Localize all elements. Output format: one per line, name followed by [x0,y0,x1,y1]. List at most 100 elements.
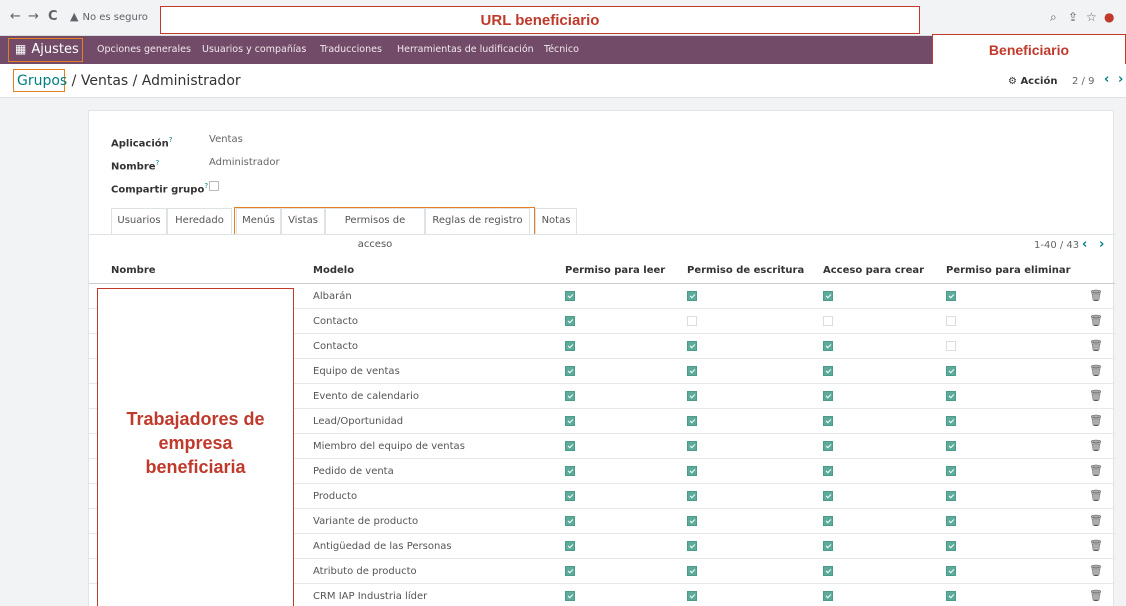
checkbox-write[interactable] [687,566,697,576]
share-group-checkbox[interactable] [209,181,219,191]
star-icon[interactable]: ☆ [1086,10,1097,24]
checkbox-create[interactable] [823,591,833,601]
checkbox-unlink[interactable] [946,391,956,401]
checkbox-unlink[interactable] [946,541,956,551]
menu-opciones-generales[interactable]: Opciones generales [97,43,191,57]
column-header-nombre[interactable]: Nombre [111,264,156,278]
checkbox-write[interactable] [687,591,697,601]
checkbox-unlink[interactable] [946,316,956,326]
trash-icon[interactable]: 🗑 [1089,439,1103,453]
trash-icon[interactable]: 🗑 [1089,514,1103,528]
column-header-escritura[interactable]: Permiso de escritura [687,264,804,278]
checkbox-unlink[interactable] [946,516,956,526]
checkbox-create[interactable] [823,341,833,351]
checkbox-read[interactable] [565,291,575,301]
zoom-icon[interactable]: ⌕ [1050,10,1057,24]
checkbox-read[interactable] [565,541,575,551]
checkbox-create[interactable] [823,316,833,326]
checkbox-read[interactable] [565,416,575,426]
checkbox-unlink[interactable] [946,566,956,576]
checkbox-write[interactable] [687,316,697,326]
menu-tecnico[interactable]: Técnico [544,43,579,57]
trash-icon[interactable]: 🗑 [1089,589,1103,603]
checkbox-unlink[interactable] [946,466,956,476]
record-pager[interactable]: 2 / 9 [1072,75,1094,89]
field-value-aplicacion[interactable]: Ventas [209,133,243,147]
checkbox-write[interactable] [687,516,697,526]
extension-icon[interactable]: ● [1104,10,1114,24]
column-header-eliminar[interactable]: Permiso para eliminar [946,264,1071,278]
checkbox-unlink[interactable] [946,291,956,301]
share-icon[interactable]: ⇪ [1068,10,1078,24]
apps-menu-button[interactable]: ▦ Ajustes [8,38,83,62]
forward-arrow-icon[interactable]: → [28,9,39,25]
list-pager[interactable]: 1-40 / 43 [1034,239,1079,253]
menu-traducciones[interactable]: Traducciones [320,43,382,57]
checkbox-read[interactable] [565,566,575,576]
checkbox-write[interactable] [687,291,697,301]
checkbox-write[interactable] [687,391,697,401]
trash-icon[interactable]: 🗑 [1089,464,1103,478]
checkbox-unlink[interactable] [946,341,956,351]
checkbox-write[interactable] [687,491,697,501]
list-next-button[interactable]: › [1099,237,1104,253]
help-tooltip-icon[interactable]: ? [169,136,173,144]
checkbox-write[interactable] [687,541,697,551]
checkbox-create[interactable] [823,291,833,301]
insecure-indicator[interactable]: ▲ No es seguro [70,9,148,26]
trash-icon[interactable]: 🗑 [1089,489,1103,503]
column-header-crear[interactable]: Acceso para crear [823,264,924,278]
checkbox-read[interactable] [565,441,575,451]
checkbox-read[interactable] [565,366,575,376]
trash-icon[interactable]: 🗑 [1089,414,1103,428]
checkbox-read[interactable] [565,316,575,326]
checkbox-unlink[interactable] [946,491,956,501]
tab-notas[interactable]: Notas [535,208,577,234]
checkbox-create[interactable] [823,441,833,451]
checkbox-unlink[interactable] [946,441,956,451]
trash-icon[interactable]: 🗑 [1089,564,1103,578]
menu-herramientas-ludificacion[interactable]: Herramientas de ludificación [397,43,534,57]
checkbox-read[interactable] [565,341,575,351]
column-header-modelo[interactable]: Modelo [313,264,354,278]
column-header-leer[interactable]: Permiso para leer [565,264,665,278]
help-tooltip-icon[interactable]: ? [204,182,208,190]
checkbox-read[interactable] [565,466,575,476]
action-menu-button[interactable]: ⚙ Acción [1008,75,1057,89]
checkbox-create[interactable] [823,366,833,376]
checkbox-write[interactable] [687,416,697,426]
checkbox-create[interactable] [823,516,833,526]
pager-next-button[interactable]: › [1118,72,1123,88]
pager-prev-button[interactable]: ‹ [1104,72,1109,88]
url-bar[interactable]: URL beneficiario [160,6,920,34]
back-arrow-icon[interactable]: ← [10,9,21,25]
list-prev-button[interactable]: ‹ [1082,237,1087,253]
checkbox-read[interactable] [565,491,575,501]
checkbox-create[interactable] [823,416,833,426]
breadcrumb-grupos-link[interactable]: Grupos [17,73,67,89]
checkbox-unlink[interactable] [946,416,956,426]
field-value-nombre[interactable]: Administrador [209,156,280,170]
trash-icon[interactable]: 🗑 [1089,289,1103,303]
checkbox-create[interactable] [823,566,833,576]
checkbox-create[interactable] [823,541,833,551]
checkbox-write[interactable] [687,341,697,351]
tab-usuarios[interactable]: Usuarios [111,208,167,234]
trash-icon[interactable]: 🗑 [1089,539,1103,553]
checkbox-read[interactable] [565,516,575,526]
checkbox-unlink[interactable] [946,366,956,376]
trash-icon[interactable]: 🗑 [1089,339,1103,353]
checkbox-write[interactable] [687,441,697,451]
trash-icon[interactable]: 🗑 [1089,364,1103,378]
checkbox-create[interactable] [823,491,833,501]
reload-icon[interactable]: C [48,9,58,25]
checkbox-read[interactable] [565,391,575,401]
help-tooltip-icon[interactable]: ? [156,159,160,167]
tab-heredado[interactable]: Heredado [167,208,232,234]
checkbox-create[interactable] [823,466,833,476]
trash-icon[interactable]: 🗑 [1089,314,1103,328]
checkbox-create[interactable] [823,391,833,401]
checkbox-unlink[interactable] [946,591,956,601]
checkbox-write[interactable] [687,366,697,376]
trash-icon[interactable]: 🗑 [1089,389,1103,403]
